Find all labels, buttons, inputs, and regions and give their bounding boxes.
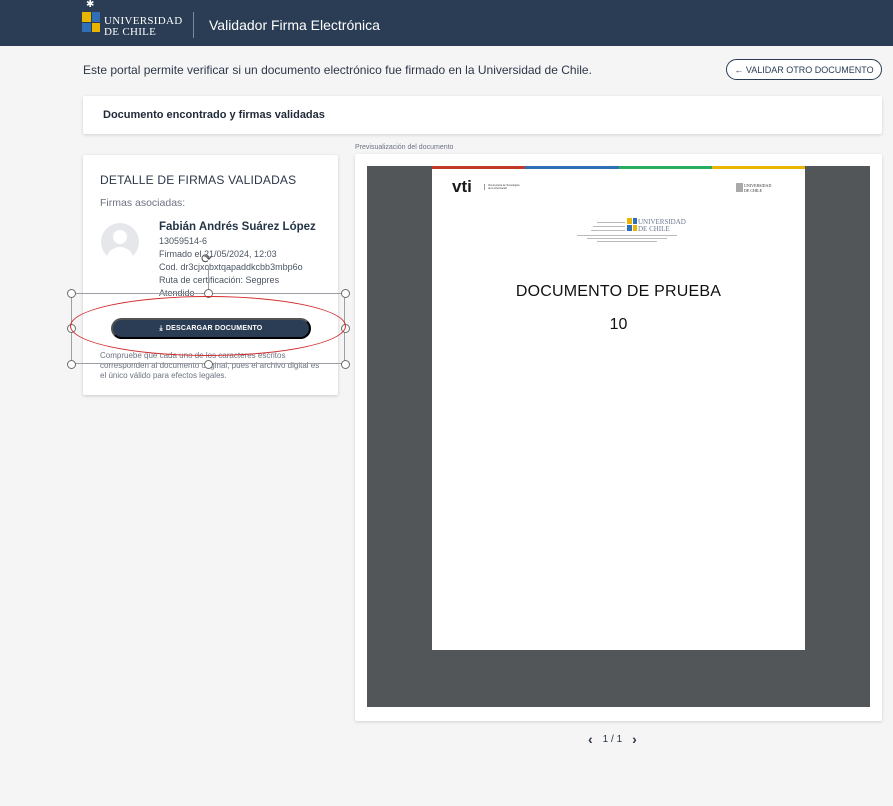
vti-subtitle: Vicerrectoría de Tecnologías de la Infor… xyxy=(484,184,520,190)
shield-emblem-icon xyxy=(82,12,100,32)
status-title: Documento encontrado y firmas validadas xyxy=(103,109,325,121)
page-indicator: 1 / 1 xyxy=(602,733,623,745)
header-divider xyxy=(193,12,194,38)
university-logo[interactable]: ✱ UNIVERSIDAD DE CHILE xyxy=(80,0,183,46)
user-icon xyxy=(113,230,127,244)
preview-card: vti Vicerrectoría de Tecnologías de la I… xyxy=(355,154,882,721)
document-title: DOCUMENTO DE PRUEBA xyxy=(515,283,722,300)
uchile-small-logo: UNIVERSIDAD DE CHILE xyxy=(744,183,772,193)
resize-handle-bottom[interactable] xyxy=(204,360,213,369)
download-label: DESCARGAR DOCUMENTO xyxy=(165,325,263,332)
document-page: vti Vicerrectoría de Tecnologías de la I… xyxy=(432,166,805,650)
resize-handle-top-left[interactable] xyxy=(67,289,76,298)
document-number: 10 xyxy=(609,316,628,333)
associated-signatures-label: Firmas asociadas: xyxy=(100,197,186,209)
download-document-button[interactable]: ⤓ DESCARGAR DOCUMENTO xyxy=(111,318,311,339)
status-card: Documento encontrado y firmas validadas xyxy=(83,96,882,134)
certification-path: Ruta de certificación: Segpres xyxy=(159,275,280,285)
detail-title: DETALLE DE FIRMAS VALIDADAS xyxy=(100,173,297,187)
page-color-stripe xyxy=(432,166,805,169)
vti-logo: vti xyxy=(452,177,472,196)
signed-at: Firmado el 21/05/2024, 12:03 xyxy=(159,249,277,259)
resize-handle-bottom-right[interactable] xyxy=(341,360,350,369)
signature-code: Cod. dr3cjxcbxtqapaddkcbb3mbp6o xyxy=(159,262,303,272)
signer-status: Atendido xyxy=(159,288,195,298)
uchile-emblem-icon xyxy=(736,183,743,192)
resize-handle-left[interactable] xyxy=(67,324,76,333)
rotate-handle-icon[interactable]: ⟳ xyxy=(201,252,215,266)
top-bar: ✱ UNIVERSIDAD DE CHILE Validador Firma E… xyxy=(0,0,893,46)
next-page-icon[interactable]: › xyxy=(632,731,637,747)
previous-page-icon[interactable]: ‹ xyxy=(588,731,593,747)
resize-handle-bottom-left[interactable] xyxy=(67,360,76,369)
intro-text: Este portal permite verificar si un docu… xyxy=(83,63,592,77)
resize-handle-top-right[interactable] xyxy=(341,289,350,298)
signer-name: Fabián Andrés Suárez López xyxy=(159,221,316,233)
pdf-viewer[interactable]: vti Vicerrectoría de Tecnologías de la I… xyxy=(367,166,870,707)
download-icon: ⤓ xyxy=(159,324,163,332)
resize-handle-top[interactable] xyxy=(204,289,213,298)
app-title: Validador Firma Electrónica xyxy=(209,17,380,33)
page-navigator: ‹ 1 / 1 › xyxy=(588,731,637,747)
preview-label: Previsualización del documento xyxy=(355,144,454,151)
stamp-emblem-icon xyxy=(627,218,637,231)
logo-text: UNIVERSIDAD DE CHILE xyxy=(104,15,183,38)
star-icon: ✱ xyxy=(86,0,95,10)
validate-another-button[interactable]: ← VALIDAR OTRO DOCUMENTO xyxy=(726,59,882,80)
stamp-text: UNIVERSIDAD DE CHILE xyxy=(638,218,686,233)
signer-rut: 13059514-6 xyxy=(159,236,208,246)
resize-handle-right[interactable] xyxy=(341,324,350,333)
signature-stamp: UNIVERSIDAD DE CHILE xyxy=(577,210,686,248)
avatar xyxy=(101,223,139,261)
signature-detail-card: DETALLE DE FIRMAS VALIDADAS Firmas asoci… xyxy=(83,155,338,395)
